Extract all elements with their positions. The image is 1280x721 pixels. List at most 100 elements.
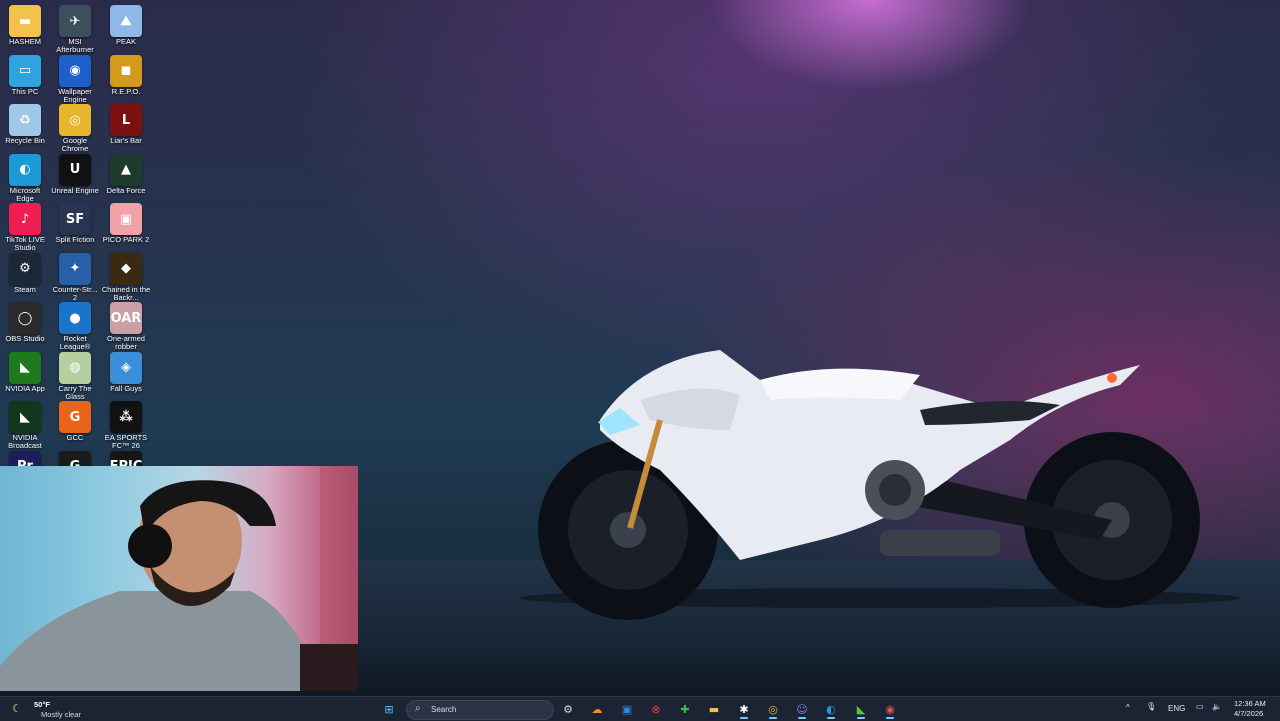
msi-afterburner-icon: ✈ [59, 5, 91, 37]
desktop-shortcut[interactable]: ✦ Counter-Str... 2 [50, 250, 100, 302]
folder-icon: ▬ [9, 5, 41, 37]
taskbar-button-edge-icon[interactable]: ◐ [820, 699, 842, 719]
desktop-shortcut[interactable]: ▬ HASHEM [0, 2, 50, 46]
weather-widget[interactable]: ☾ 50°F Mostly clear [8, 699, 98, 719]
desktop-shortcut[interactable]: ▣ PICO PARK 2 [101, 200, 151, 244]
taskbar-button-obs-icon[interactable]: ◉ [879, 699, 901, 719]
taskbar-button-settings-icon[interactable]: ⚙ [557, 699, 579, 719]
desktop-shortcut[interactable]: ♪ TikTok LIVE Studio [0, 200, 50, 252]
taskbar-button-nvidia-broadcast-icon[interactable]: ◣ [850, 699, 872, 719]
network-icon[interactable]: ▭ [1196, 702, 1204, 711]
desktop-shortcut[interactable]: ◆ Chained in the Backr... [101, 250, 151, 302]
ea-sports-fc-icon: ⁂ [110, 401, 142, 433]
taskbar-button-steelseries-icon[interactable]: ✱ [733, 699, 755, 719]
fall-guys-icon: ◈ [110, 351, 142, 384]
repo-icon: ◼ [110, 54, 142, 87]
discord-icon: ☺ [796, 702, 808, 716]
desktop-shortcut-label: PICO PARK 2 [102, 235, 150, 244]
counter-strike-icon: ✦ [59, 252, 91, 285]
desktop-shortcut[interactable]: ◼ R.E.P.O. [101, 52, 151, 96]
show-hidden-icons-chevron[interactable]: ^ [1126, 703, 1130, 712]
desktop-shortcut-label: GCC [66, 433, 84, 442]
desktop-shortcut-label: Split Fiction [55, 235, 95, 244]
red-app-icon: ⊗ [651, 702, 661, 716]
search-icon: ⌕ [415, 703, 421, 714]
clock-date[interactable]: 4/7/2026 [1234, 709, 1263, 718]
desktop-shortcut-label: Unreal Engine [51, 185, 99, 195]
desktop-shortcut[interactable]: ◣ NVIDIA Broadcast [0, 398, 50, 450]
desktop-shortcut[interactable]: U Unreal Engine [50, 151, 100, 195]
edge-icon: ◐ [9, 153, 41, 186]
nvidia-broadcast-icon: ◣ [9, 401, 41, 433]
desktop-shortcut[interactable]: ⁂ EA SPORTS FC™ 26 [101, 398, 151, 450]
taskbar-button-red-app-icon[interactable]: ⊗ [645, 699, 667, 719]
desktop-shortcut[interactable]: L Liar's Bar [101, 101, 151, 145]
taskbar-button-windows-start-icon[interactable]: ⊞ [378, 699, 400, 719]
desktop-shortcut[interactable]: ✈ MSI Afterburner [50, 2, 100, 54]
peak-icon: ⛰ [110, 5, 142, 37]
desktop-shortcut[interactable]: ▭ This PC [0, 52, 50, 96]
steam-icon: ⚙ [9, 252, 41, 285]
desktop-icon-grid: ▬ HASHEM ✈ MSI Afterburner ⛰ PEAK ▭ This PC ◉ Wal… [0, 0, 152, 483]
nvidia-icon: ◣ [9, 351, 41, 384]
taskbar-button-image-viewer-icon[interactable]: ▣ [616, 699, 638, 719]
desktop-shortcut[interactable]: ⚙ Steam [0, 250, 50, 294]
desktop-shortcut-label: Steam [14, 284, 36, 294]
taskbar: ☾ 50°F Mostly clear ⊞✿⚙☁▣⊗✚▬✱◎☺◐◣◉ ⌕ Sea… [0, 696, 1280, 721]
desktop-shortcut[interactable]: ◉ Wallpaper Engine [50, 52, 100, 104]
taskbar-button-green-app-icon[interactable]: ✚ [674, 699, 696, 719]
liars-bar-icon: L [110, 104, 142, 136]
webcam-overlay [0, 466, 358, 691]
one-armed-robber-icon: OAR [110, 302, 142, 334]
desktop-shortcut-label: Liar's Bar [110, 136, 142, 145]
image-viewer-icon: ▣ [621, 702, 633, 716]
desktop-shortcut[interactable]: SF Split Fiction [50, 200, 100, 244]
desktop-shortcut[interactable]: ◐ Microsoft Edge [0, 151, 50, 203]
desktop-shortcut-label: Fall Guys [110, 383, 142, 393]
taskbar-button-chrome-icon[interactable]: ◎ [762, 699, 784, 719]
desktop-shortcut[interactable]: G GCC [50, 398, 100, 442]
desktop-shortcut[interactable]: ◯ OBS Studio [0, 299, 50, 343]
desktop-shortcut-label: R.E.P.O. [111, 86, 141, 96]
obs-icon: ◯ [9, 302, 41, 334]
carry-the-glass-icon: ◍ [59, 351, 91, 384]
windows-start-icon: ⊞ [384, 702, 394, 716]
microphone-icon[interactable]: 🎙 [1146, 702, 1156, 711]
obs-icon: ◉ [885, 702, 895, 716]
streamer-silhouette [0, 466, 358, 691]
language-indicator[interactable]: ENG [1168, 704, 1185, 713]
taskbar-button-file-explorer-icon[interactable]: ▬ [703, 699, 725, 719]
settings-icon: ⚙ [563, 702, 573, 716]
desktop-shortcut[interactable]: ♻ Recycle Bin [0, 101, 50, 145]
tiktok-icon: ♪ [9, 203, 41, 235]
taskbar-button-cloud-app-icon[interactable]: ☁ [586, 699, 608, 719]
desktop-shortcut[interactable]: ▲ Delta Force [101, 151, 151, 195]
steelseries-icon: ✱ [739, 702, 749, 716]
desktop-shortcut-label: PEAK [115, 37, 136, 46]
weather-condition: Mostly clear [41, 710, 82, 719]
desktop-shortcut[interactable]: ● Rocket League® [50, 299, 100, 351]
wallpaper-engine-icon: ◉ [59, 54, 91, 87]
nvidia-broadcast-icon: ◣ [856, 702, 866, 716]
volume-icon[interactable]: 🔈 [1212, 702, 1222, 711]
desktop-shortcut[interactable]: ◍ Carry The Glass [50, 349, 100, 401]
desktop-shortcut[interactable]: OAR One-armed robber [101, 299, 151, 351]
desktop-shortcut[interactable]: ⛰ PEAK [101, 2, 151, 46]
weather-icon: ☾ [12, 703, 22, 715]
monitor-icon: ▭ [9, 54, 41, 87]
chained-icon: ◆ [110, 252, 142, 285]
unreal-engine-icon: U [59, 153, 91, 186]
desktop-shortcut[interactable]: ◈ Fall Guys [101, 349, 151, 393]
clock-time[interactable]: 12:36 AM [1234, 699, 1266, 708]
desktop-shortcut[interactable]: ◎ Google Chrome [50, 101, 100, 153]
desktop-shortcut[interactable]: ◣ NVIDIA App [0, 349, 50, 393]
edge-icon: ◐ [826, 702, 836, 716]
desktop-shortcut-label: Delta Force [106, 185, 146, 195]
delta-force-icon: ▲ [110, 153, 142, 186]
taskbar-search-box[interactable]: ⌕ Search [406, 700, 554, 720]
split-fiction-icon: SF [59, 203, 91, 235]
taskbar-button-discord-icon[interactable]: ☺ [791, 699, 813, 719]
gcc-icon: G [59, 401, 91, 433]
search-placeholder: Search [431, 705, 457, 714]
desktop-shortcut-label: HASHEM [8, 37, 42, 46]
